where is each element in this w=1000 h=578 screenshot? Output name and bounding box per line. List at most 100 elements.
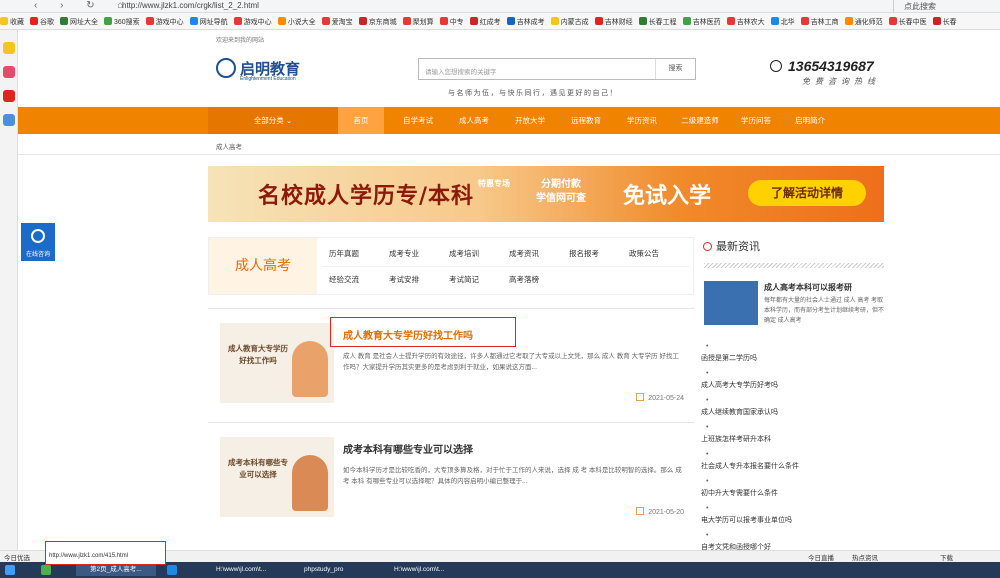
banner-cta-button[interactable]: 了解活动详情: [748, 180, 866, 206]
url-field[interactable]: http://www.jlzk1.com/crgk/list_2_2.html: [122, 1, 259, 10]
bookmark-item[interactable]: 网址导航: [189, 17, 234, 27]
menu-education-news[interactable]: 学历资讯: [616, 107, 668, 134]
news-list-item[interactable]: 电大学历可以报考事业单位吗: [701, 515, 792, 525]
article-thumbnail[interactable]: 成人教育大专学历好找工作吗: [220, 323, 334, 403]
bookmark-item[interactable]: 吉林工商: [800, 17, 845, 27]
featured-news-thumbnail[interactable]: [704, 281, 758, 325]
news-list-item[interactable]: 自考文凭和函授哪个好: [701, 542, 771, 550]
cat-news[interactable]: 成考资讯: [509, 248, 539, 259]
search-button[interactable]: 搜索: [655, 59, 695, 79]
mail-icon[interactable]: [3, 114, 15, 126]
thumbnail-caption: 成考本科有哪些专业可以选择: [228, 458, 288, 479]
article-title[interactable]: 成考本科有哪些专业可以选择: [343, 441, 473, 456]
taskbar-item-browser[interactable]: 第2页_成人高考...: [76, 564, 156, 576]
menu-self-exam[interactable]: 自学考试: [392, 107, 444, 134]
bookmark-icon: [932, 17, 941, 25]
bookmark-item[interactable]: 吉林财经: [594, 17, 639, 27]
bookmark-item[interactable]: 长春: [932, 17, 963, 27]
bookmark-item[interactable]: 爱淘宝: [321, 17, 359, 27]
bookmark-item[interactable]: 谷歌: [30, 17, 60, 27]
bookmark-item[interactable]: 红成考: [469, 17, 507, 27]
bookmark-item[interactable]: 游戏中心: [233, 17, 278, 27]
bookmark-item[interactable]: 游戏中心: [145, 17, 190, 27]
phone-icon: [770, 60, 782, 72]
breadcrumb[interactable]: 成人高考: [216, 141, 242, 151]
promo-banner[interactable]: 名校成人学历专/本科 特惠专场 分期付款 学信网可查 免试入学 了解活动详情: [208, 166, 884, 222]
news-list-item[interactable]: 成人继续教育国家承认吗: [701, 407, 778, 417]
bookmark-item[interactable]: 吉林农大: [726, 17, 771, 27]
weibo-icon[interactable]: [3, 90, 15, 102]
menu-constructor[interactable]: 二级建造师: [672, 107, 728, 134]
bullet: •: [706, 424, 709, 431]
web-page: 欢迎来到我的网站 启明教育 Enlightenment Education 请输…: [18, 30, 1000, 550]
bookmark-item[interactable]: 聚划算: [402, 17, 440, 27]
status-live[interactable]: 今日直播: [808, 552, 834, 562]
cat-registration[interactable]: 报名报考: [569, 248, 599, 259]
status-hot[interactable]: 热点资讯: [852, 552, 878, 562]
bookmark-icon: [594, 17, 603, 25]
browser-search-box[interactable]: 点此搜索: [893, 0, 1000, 12]
search-input[interactable]: 请输入您想搜索的关键字: [425, 66, 497, 76]
bookmark-item[interactable]: 长春中医: [888, 17, 933, 27]
cat-policy[interactable]: 政策公告: [629, 248, 659, 259]
bookmark-item[interactable]: 北华: [770, 17, 801, 27]
bookmark-item[interactable]: 360搜索: [104, 17, 146, 27]
cat-experience[interactable]: 经验交流: [329, 274, 359, 285]
news-list-item[interactable]: 上班族怎样考研升本科: [701, 434, 771, 444]
menu-about[interactable]: 启明简介: [784, 107, 836, 134]
taskbar-item-folder2[interactable]: H:\www\jl.com\t...: [380, 564, 460, 576]
menu-qa[interactable]: 学历问答: [730, 107, 782, 134]
taskbar-ie[interactable]: [166, 564, 196, 576]
status-download[interactable]: 下载: [940, 552, 953, 562]
status-left[interactable]: 今日优选: [4, 552, 30, 562]
star-icon[interactable]: [3, 42, 15, 54]
bookmark-icon: [770, 17, 779, 25]
taskbar-chrome[interactable]: [40, 564, 70, 576]
bookmark-item[interactable]: 吉林成考: [506, 17, 551, 27]
menu-all-categories[interactable]: 全部分类 ⌄: [208, 107, 338, 134]
bookmark-item[interactable]: 内蒙古成: [550, 17, 595, 27]
bookmark-icon: [358, 17, 367, 25]
category-title: 成人高考: [209, 238, 317, 294]
cat-past-papers[interactable]: 历年真题: [329, 248, 359, 259]
bookmark-item[interactable]: 中专: [439, 17, 470, 27]
article-item[interactable]: 成人教育大专学历好找工作吗 成人教育大专学历好找工作吗 成人 教育 是社会人士提…: [208, 308, 694, 418]
news-list-item[interactable]: 函授是第二学历吗: [701, 353, 757, 363]
app-icon[interactable]: [3, 66, 15, 78]
online-consult-button[interactable]: 在线咨询: [21, 223, 55, 261]
cat-majors[interactable]: 成考专业: [389, 248, 419, 259]
news-list-item[interactable]: 社会成人专升本报名要什么条件: [701, 461, 799, 471]
taskbar-item-folder[interactable]: H:\www\jl.com\t...: [202, 564, 276, 576]
cat-failed[interactable]: 高考落榜: [509, 274, 539, 285]
cat-notes[interactable]: 考试简记: [449, 274, 479, 285]
taskbar-item-phpstudy[interactable]: phpstudy_pro: [290, 564, 370, 576]
start-button[interactable]: [4, 564, 32, 576]
bookmark-item[interactable]: 吉林医药: [682, 17, 727, 27]
bookmark-item[interactable]: 收藏: [0, 17, 30, 27]
bullet: •: [706, 532, 709, 539]
site-logo[interactable]: 启明教育 Enlightenment Education: [216, 58, 300, 82]
cat-training[interactable]: 成考培训: [449, 248, 479, 259]
menu-open-university[interactable]: 开放大学: [504, 107, 556, 134]
bookmark-item[interactable]: 网址大全: [60, 17, 104, 27]
bookmark-icon: [638, 17, 647, 25]
article-desc: 如今本科学历才是比较吃香的，大专顶多算及格，对于忙于工作的人来说，选择 成 考 …: [343, 467, 682, 485]
browser-nav-buttons[interactable]: ‹ › ↻ ⌂: [34, 0, 133, 11]
featured-news-title[interactable]: 成人高考本科可以报考研: [764, 282, 852, 293]
bullet: •: [706, 478, 709, 485]
menu-home[interactable]: 首页: [338, 107, 384, 134]
article-thumbnail[interactable]: 成考本科有哪些专业可以选择: [220, 437, 334, 517]
cat-schedule[interactable]: 考试安排: [389, 274, 419, 285]
bookmark-item[interactable]: 通化师范: [844, 17, 889, 27]
bookmark-icon: [0, 17, 8, 25]
bookmark-item[interactable]: 京东商城: [358, 17, 403, 27]
article-item[interactable]: 成考本科有哪些专业可以选择 成考本科有哪些专业可以选择 如今本科学历才是比较吃香…: [208, 422, 694, 532]
bookmark-item[interactable]: 小说大全: [277, 17, 322, 27]
menu-remote-education[interactable]: 远程教育: [560, 107, 612, 134]
news-list-item[interactable]: 初中升大专需要什么条件: [701, 488, 778, 498]
article-date: 2021-05-24: [636, 393, 684, 402]
bookmark-icon: [800, 17, 809, 25]
menu-adult-exam[interactable]: 成人高考: [448, 107, 500, 134]
bookmark-item[interactable]: 长春工程: [638, 17, 683, 27]
news-list-item[interactable]: 成人高考大专学历好考吗: [701, 380, 778, 390]
